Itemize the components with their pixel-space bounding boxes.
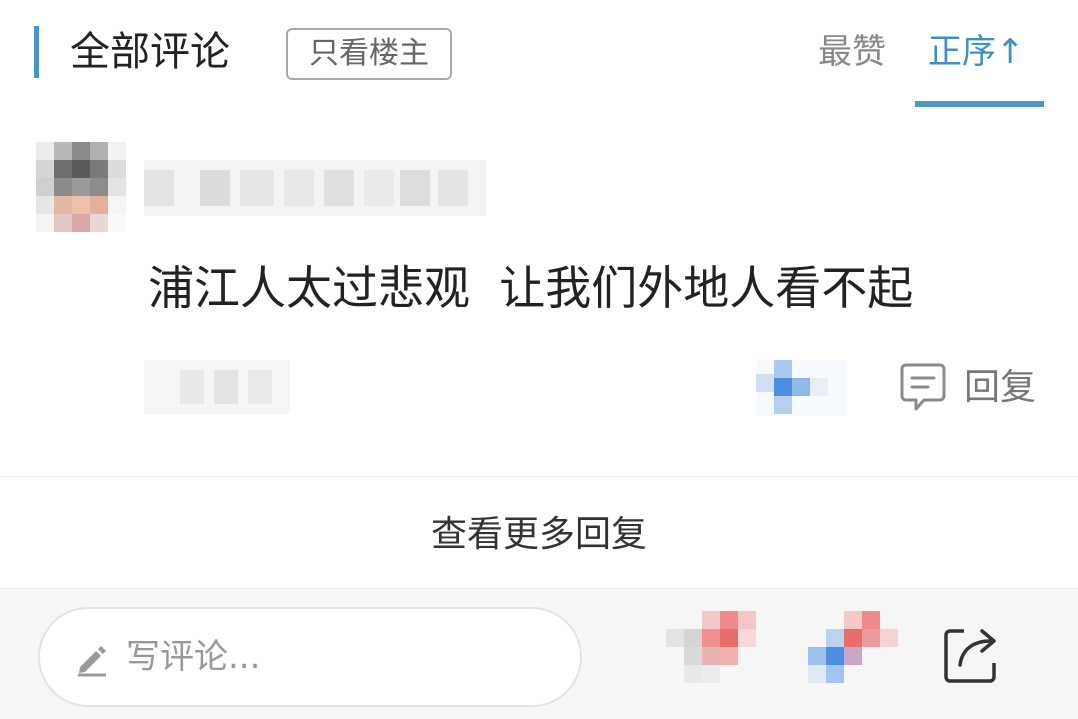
reply-label: 回复 <box>964 367 1037 408</box>
sort-ascending-tab[interactable]: 正序↑ <box>928 26 1025 78</box>
pencil-icon <box>78 646 106 677</box>
comment-text: 浦江人太过悲观 让我们外地人看不起 <box>148 261 914 315</box>
comment-input-placeholder: 写评论... <box>126 637 261 677</box>
timestamp-blurred <box>144 360 290 414</box>
bottom-action-bar: 写评论... <box>0 588 1078 719</box>
reply-bubble-icon <box>900 363 946 411</box>
divider <box>0 476 1078 477</box>
comments-header: 全部评论 只看楼主 最赞 正序↑ <box>0 0 1078 108</box>
section-accent-bar <box>34 26 39 78</box>
like-button-blurred[interactable] <box>756 360 846 416</box>
section-title: 全部评论 <box>70 29 230 75</box>
favorite-button-blurred[interactable] <box>666 611 774 687</box>
share-icon[interactable] <box>942 623 1000 685</box>
reply-button[interactable]: 回复 <box>900 360 1046 416</box>
sort-most-liked-tab[interactable]: 最赞 <box>818 26 886 78</box>
avatar[interactable] <box>36 142 126 232</box>
like-count-button-blurred[interactable] <box>808 611 906 687</box>
username-blurred[interactable] <box>144 160 486 216</box>
view-more-replies-button[interactable]: 查看更多回复 <box>0 500 1078 570</box>
active-tab-underline <box>915 101 1044 107</box>
op-only-button[interactable]: 只看楼主 <box>286 28 452 80</box>
comment-input[interactable]: 写评论... <box>38 607 582 707</box>
